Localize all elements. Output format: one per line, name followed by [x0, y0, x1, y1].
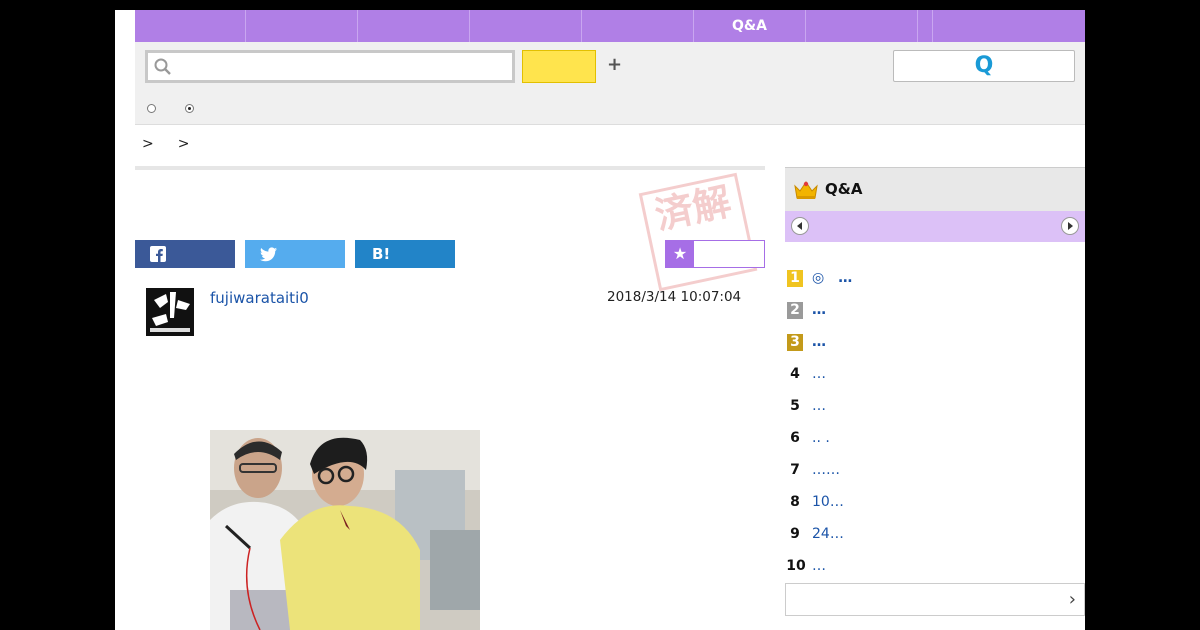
question-author[interactable]: fujiwarataiti0 — [210, 289, 309, 307]
breadcrumb-separator: > — [177, 136, 190, 152]
hatena-bookmark-button[interactable]: B! — [355, 240, 455, 268]
ranking-link[interactable]: … — [812, 558, 826, 575]
facebook-icon — [150, 246, 166, 262]
rank-badge: 1 — [787, 270, 803, 287]
plus-icon[interactable]: + — [607, 54, 622, 75]
question-date: 2018/3/14 10:07:04 — [607, 289, 742, 305]
ranking-item[interactable]: 9 24… — [785, 526, 1085, 546]
crown-icon — [794, 181, 818, 199]
ranking-item[interactable]: 2 … — [785, 302, 1085, 322]
nav-item-qa[interactable]: Q&A — [694, 10, 806, 42]
avatar[interactable] — [146, 288, 194, 336]
content-divider — [135, 166, 765, 170]
search-scope-radio-1[interactable] — [147, 104, 156, 113]
ranking-item[interactable]: 10 … — [785, 558, 1085, 578]
nav-item-7[interactable] — [806, 10, 918, 42]
ranking-header: Q&A — [785, 167, 1085, 211]
ranking-link[interactable]: … — [812, 302, 826, 319]
nav-item-4[interactable] — [470, 10, 582, 42]
avatar-graphic — [146, 288, 194, 336]
favorite-button[interactable]: ★ — [665, 240, 765, 268]
search-input[interactable] — [178, 53, 502, 82]
hatena-label: B! — [372, 245, 391, 263]
page: Q&A + Q > > 済解 B! ★ fujiwarataiti0 2018/… — [115, 10, 1085, 630]
search-box — [145, 50, 515, 83]
ranking-item[interactable]: 6 .. . — [785, 430, 1085, 450]
rank-number: 4 — [790, 366, 800, 382]
rank-number: 8 — [790, 494, 800, 510]
rank-number: 10 — [786, 558, 806, 574]
ranking-link[interactable]: … — [812, 366, 826, 383]
ranking-link[interactable]: …… — [812, 462, 840, 479]
arrow-right-icon — [1068, 222, 1073, 230]
nav-item-2[interactable] — [246, 10, 358, 42]
ranking-link[interactable]: 10… — [812, 494, 844, 511]
nav-item-5[interactable] — [582, 10, 694, 42]
star-icon: ★ — [666, 241, 694, 267]
page-margin — [115, 10, 135, 630]
ranking-pager — [785, 211, 1085, 242]
search-button[interactable] — [522, 50, 596, 83]
ranking-link[interactable]: 24… — [812, 526, 844, 543]
ranking-item[interactable]: 3 … — [785, 334, 1085, 354]
prev-arrow-button[interactable] — [791, 217, 809, 235]
ranking-link[interactable]: … — [812, 398, 826, 415]
search-scope-radio-2[interactable] — [185, 104, 194, 113]
chevron-right-icon: › — [1068, 589, 1076, 610]
ask-question-button[interactable]: Q — [893, 50, 1075, 82]
ranking-link[interactable]: .. . — [812, 430, 830, 447]
facebook-share-button[interactable] — [135, 240, 235, 268]
ranking-link[interactable]: ◎ … — [812, 270, 852, 287]
photo-illustration — [210, 430, 480, 630]
rank-number: 5 — [790, 398, 800, 414]
ranking-link[interactable]: … — [812, 334, 826, 351]
nav-item-8[interactable] — [918, 10, 933, 42]
rank-number: 7 — [790, 462, 800, 478]
breadcrumb: > > — [142, 136, 213, 152]
ranking-item[interactable]: 8 10… — [785, 494, 1085, 514]
more-ranking-button[interactable]: › — [785, 583, 1085, 616]
top-nav: Q&A — [135, 10, 1085, 42]
nav-item-1[interactable] — [135, 10, 246, 42]
arrow-left-icon — [797, 222, 802, 230]
rank-badge: 3 — [787, 334, 803, 351]
ranking-item[interactable]: 1 ◎ … — [785, 270, 1085, 290]
rank-badge: 2 — [787, 302, 803, 319]
ranking-item[interactable]: 4 … — [785, 366, 1085, 386]
question-photo — [210, 430, 480, 630]
nav-item-3[interactable] — [358, 10, 470, 42]
nav-item-9[interactable] — [933, 10, 1085, 42]
rank-number: 6 — [790, 430, 800, 446]
search-icon — [154, 58, 171, 75]
twitter-share-button[interactable] — [245, 240, 345, 268]
next-arrow-button[interactable] — [1061, 217, 1079, 235]
resolved-stamp: 済解 — [638, 172, 758, 292]
ranking-title: Q&A — [825, 180, 863, 198]
ranking-item[interactable]: 5 … — [785, 398, 1085, 418]
rank-number: 9 — [790, 526, 800, 542]
search-area: + Q — [135, 42, 1085, 125]
twitter-icon — [260, 247, 277, 262]
ranking-item[interactable]: 7 …… — [785, 462, 1085, 482]
breadcrumb-separator: > — [142, 136, 154, 152]
